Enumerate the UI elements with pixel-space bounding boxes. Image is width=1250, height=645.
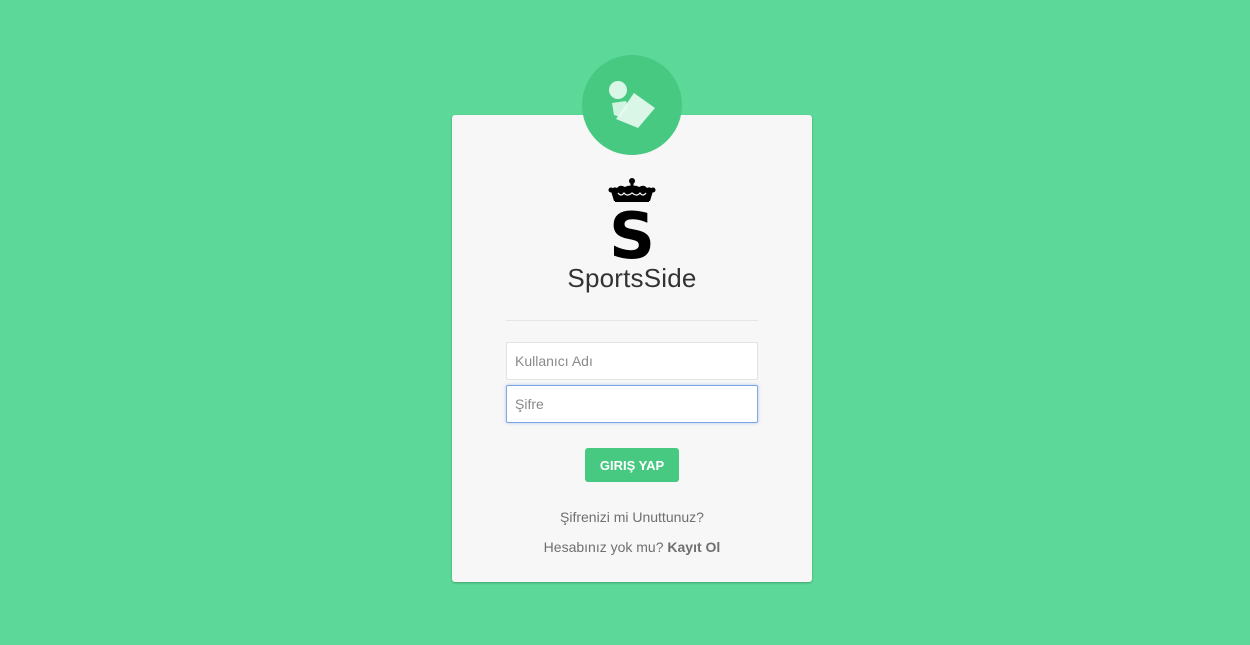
register-link[interactable]: Kayıt Ol — [667, 539, 720, 555]
password-input[interactable] — [506, 385, 758, 423]
username-input[interactable] — [506, 342, 758, 380]
user-badge-icon — [609, 81, 655, 128]
forgot-password-link[interactable]: Şifrenizi mi Unuttunuz? — [452, 509, 812, 525]
crown-s-logo: S — [608, 178, 656, 263]
register-row: Hesabınız yok mu? Kayıt Ol — [452, 539, 812, 555]
divider — [506, 320, 758, 321]
login-card: S SportsSide GIRIŞ YAP Şifrenizi mi Unut… — [452, 115, 812, 582]
avatar-badge — [582, 55, 682, 155]
brand-name: SportsSide — [567, 263, 697, 293]
no-account-text: Hesabınız yok mu? — [543, 539, 664, 555]
login-button[interactable]: GIRIŞ YAP — [585, 448, 679, 482]
logo-letter: S — [609, 200, 655, 263]
